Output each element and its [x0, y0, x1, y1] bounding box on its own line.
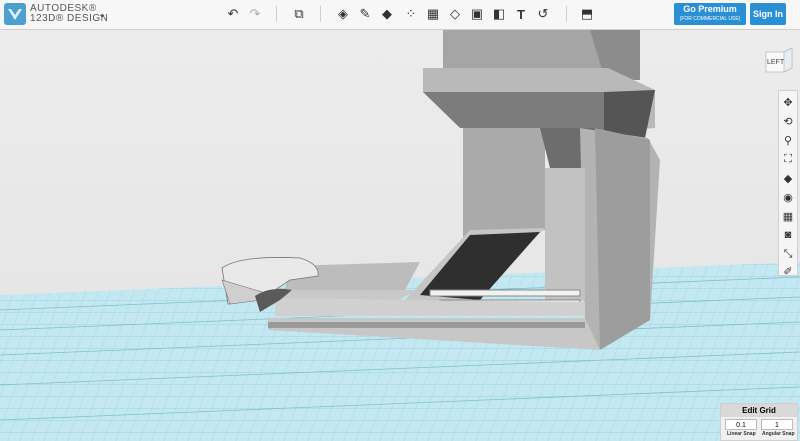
autodesk-logo-icon[interactable] — [4, 3, 26, 25]
pattern-icon[interactable]: ▦ — [424, 5, 442, 23]
toolbar-divider — [320, 6, 321, 22]
measure-tool-icon[interactable]: ◧ — [490, 5, 508, 23]
snap-icon[interactable]: ↺ — [534, 5, 552, 23]
go-premium-button[interactable]: Go Premium (FOR COMMERCIAL USE) — [674, 3, 746, 25]
orbit-icon[interactable]: ⟲ — [780, 113, 796, 129]
material-icon[interactable]: ⬒ — [578, 5, 596, 23]
viewcube[interactable]: LEFT — [762, 44, 796, 76]
angular-snap-field[interactable]: 1 — [761, 419, 793, 430]
modify-icon[interactable]: ⁘ — [402, 5, 420, 23]
premium-sub: (FOR COMMERCIAL USE) — [679, 16, 741, 22]
sign-in-button[interactable]: Sign In — [750, 3, 786, 25]
top-toolbar: AUTODESK® 123D® DESIGN ⌄ ↶ ↷ ⧉ ◈ ✎ ◆ ⁘ ▦… — [0, 0, 800, 30]
visibility-icon[interactable]: ◉ — [780, 189, 796, 205]
angular-snap-label: Angular Snap — [762, 431, 795, 437]
edit-grid-button[interactable]: Edit Grid — [721, 404, 797, 417]
navigation-bar: ✥ ⟲ ⚲ ⛶ ◆ ◉ ▦ ◙ ⤡ ✐ — [778, 90, 798, 279]
combine-icon[interactable]: ▣ — [468, 5, 486, 23]
edit-grid-panel: Edit Grid 0.1 1 Linear Snap Angular Snap — [720, 403, 798, 441]
transform-icon[interactable]: ⧉ — [290, 5, 308, 23]
camera-icon[interactable]: ◙ — [780, 227, 796, 243]
material-tool-icon[interactable]: ✐ — [780, 263, 796, 279]
measure-icon[interactable]: ⤡ — [780, 246, 796, 262]
sketch-icon[interactable]: ✎ — [356, 5, 374, 23]
grid-toggle-icon[interactable]: ▦ — [780, 208, 796, 224]
undo-icon[interactable]: ↶ — [224, 5, 242, 23]
zoom-icon[interactable]: ⚲ — [780, 132, 796, 148]
toolbar-divider — [566, 6, 567, 22]
primitives-icon[interactable]: ◈ — [334, 5, 352, 23]
construct-icon[interactable]: ◆ — [378, 5, 396, 23]
group-icon[interactable]: ◇ — [446, 5, 464, 23]
view-style-icon[interactable]: ◆ — [780, 170, 796, 186]
pan-icon[interactable]: ✥ — [780, 94, 796, 110]
fit-icon[interactable]: ⛶ — [780, 151, 796, 167]
text-icon[interactable]: T — [512, 5, 530, 23]
linear-snap-field[interactable]: 0.1 — [725, 419, 757, 430]
redo-icon[interactable]: ↷ — [246, 5, 264, 23]
viewport-canvas[interactable] — [0, 30, 800, 441]
brand-line2: 123D® DESIGN — [30, 13, 109, 24]
chevron-down-icon[interactable]: ⌄ — [98, 9, 106, 20]
premium-label: Go Premium — [683, 4, 737, 14]
linear-snap-label: Linear Snap — [727, 431, 756, 437]
viewcube-face-label: LEFT — [767, 59, 785, 66]
toolbar-divider — [276, 6, 277, 22]
